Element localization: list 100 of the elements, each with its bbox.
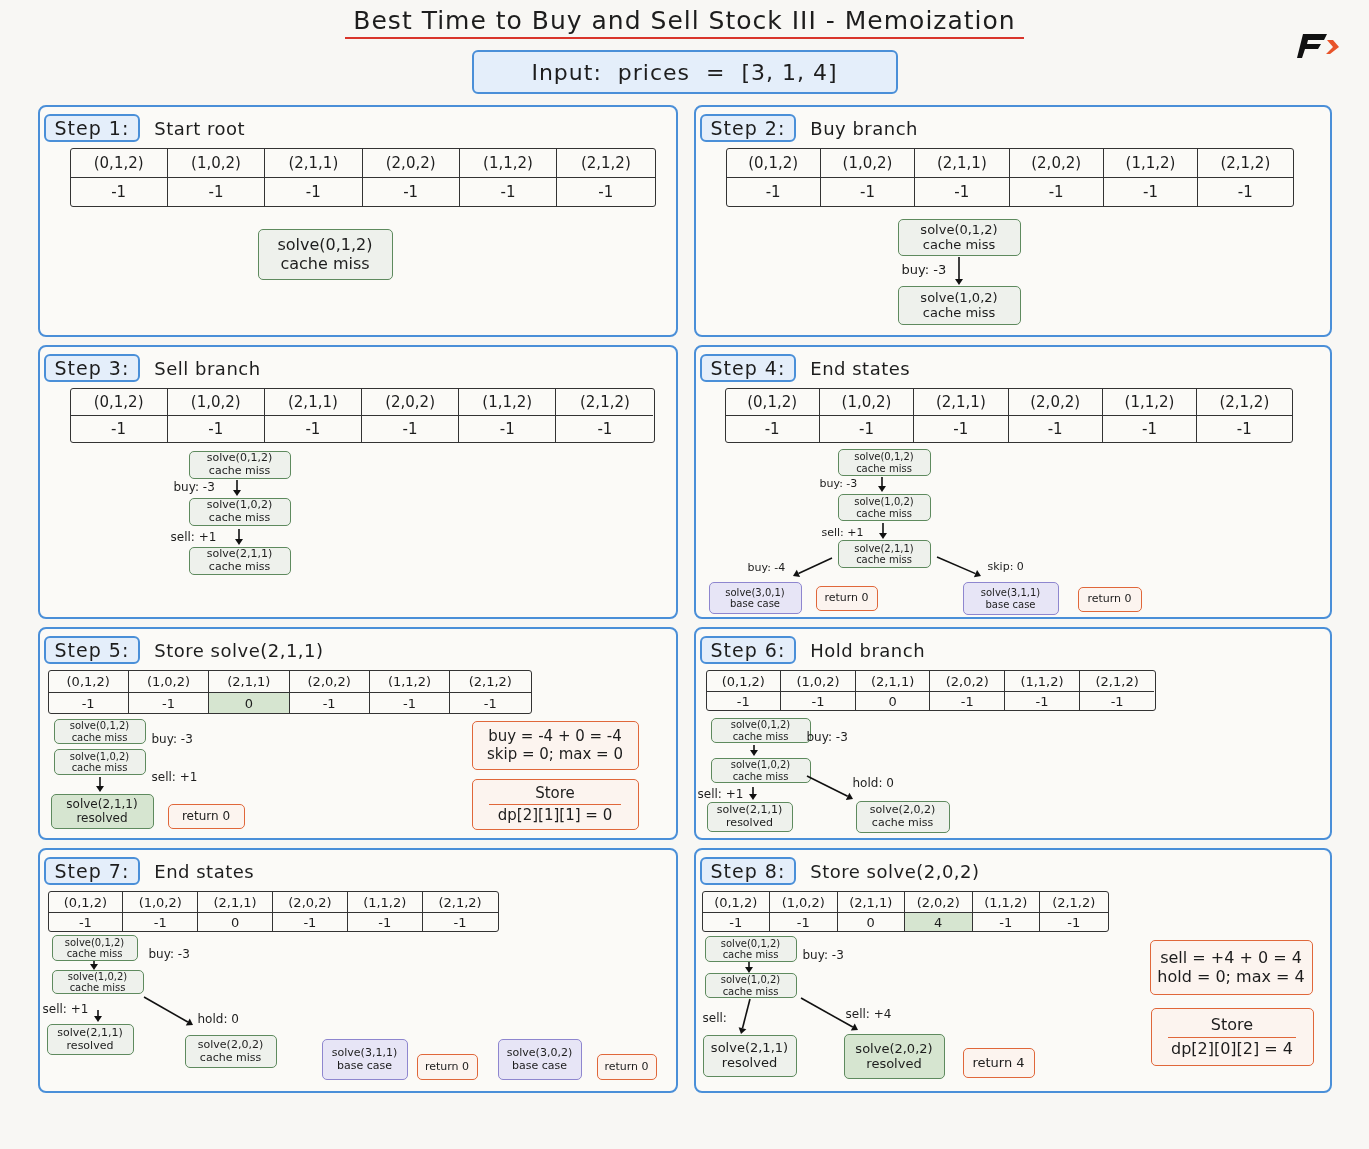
table-cell: -1: [820, 178, 916, 206]
edge-label: sell: +1: [151, 770, 198, 784]
table-header-cell: (1,0,2): [819, 389, 915, 416]
table-header-cell: (1,0,2): [167, 149, 266, 178]
table-header-cell: (1,0,2): [123, 892, 199, 913]
table-header-cell: (2,1,2): [1198, 149, 1293, 178]
table-cell: -1: [706, 692, 782, 710]
edge-label: sell: +1: [42, 1002, 89, 1016]
step-caption: Hold branch: [810, 639, 926, 661]
table-cell: -1: [914, 416, 1009, 442]
table-cell: -1: [770, 913, 838, 931]
table-header-cell: (1,0,2): [781, 671, 856, 692]
call-node: solve(2,1,1) cache miss: [188, 547, 291, 575]
calculation-box: sell = +4 + 0 = 4 hold = 0; max = 4: [1149, 940, 1313, 995]
table-header-cell: (2,1,2): [450, 671, 531, 693]
store-box: Store dp[2][1][1] = 0: [471, 779, 639, 830]
call-node: solve(1,0,2) cache miss: [188, 498, 291, 526]
table-header-cell: (2,0,2): [1009, 149, 1104, 178]
table-cell-text: -1: [1109, 692, 1125, 710]
table-cell-text: -1: [1066, 913, 1082, 931]
edge-label: hold: 0: [197, 1012, 239, 1026]
table-cell: 0: [855, 692, 931, 710]
table-cell: -1: [48, 693, 129, 713]
table-header-cell: (2,1,2): [1040, 892, 1108, 913]
table-cell: -1: [1008, 416, 1103, 442]
edge-label: sell: +1: [170, 530, 217, 544]
table-header-cell: (2,1,1): [855, 671, 931, 692]
step-caption: Sell branch: [154, 357, 261, 379]
table-header-cell: (1,0,2): [820, 149, 916, 178]
table-cell-text: -1: [482, 694, 498, 713]
edge-label: buy: -3: [148, 947, 190, 961]
call-node: solve(2,0,2) cache miss: [855, 801, 950, 833]
arrow: [935, 556, 981, 578]
table-cell: -1: [702, 913, 770, 931]
call-node: solve(3,1,1) base case: [321, 1039, 408, 1080]
store-box: Store dp[2][0][2] = 4: [1150, 1008, 1314, 1066]
table-cell: -1: [726, 178, 821, 206]
table-cell-text: -1: [596, 419, 614, 440]
table-header-cell: (2,0,2): [1008, 389, 1103, 416]
table-cell: -1: [819, 416, 915, 442]
table-header-cell: (1,1,2): [1103, 149, 1199, 178]
arrow: [234, 528, 243, 545]
arrow: [748, 786, 757, 800]
input-box: Input: prices = [3, 1, 4]: [471, 50, 898, 94]
return-node: return 0: [596, 1054, 657, 1080]
call-node: solve(1,0,2) cache miss: [53, 749, 146, 775]
table-header-cell: (2,1,1): [915, 149, 1010, 178]
edge-label: sell: +1: [821, 526, 864, 539]
call-node: solve(1,0,2) cache miss: [704, 973, 797, 998]
step-caption: End states: [154, 860, 255, 882]
return-node: return 0: [416, 1054, 478, 1080]
step-label: Step 3:: [43, 354, 141, 382]
edge-label: buy: -3: [151, 732, 193, 746]
return-node: return 0: [167, 804, 245, 829]
step-label: Step 8:: [699, 857, 797, 885]
call-node: solve(1,0,2) cache miss: [710, 758, 811, 783]
table-cell: 0: [209, 693, 290, 713]
table-cell: -1: [930, 692, 1006, 710]
table-header-cell: (0,1,2): [725, 389, 820, 416]
table-cell: -1: [167, 416, 265, 442]
table-header-cell: (2,1,2): [1079, 671, 1155, 692]
table-header-cell: (2,0,2): [362, 149, 460, 178]
table-cell: -1: [265, 178, 363, 206]
arrow: [878, 522, 887, 539]
edge-label: sell:: [702, 1011, 727, 1025]
table-cell: -1: [123, 913, 199, 931]
table-header-cell: (0,1,2): [726, 149, 821, 178]
table-header-cell: (0,1,2): [48, 892, 124, 913]
step-caption: Store solve(2,0,2): [810, 860, 980, 882]
step-label: Step 7:: [43, 857, 141, 885]
step-label: Step 2:: [699, 114, 797, 142]
table-header-cell: (2,1,1): [198, 892, 273, 913]
call-node: solve(2,0,2) cache miss: [184, 1035, 277, 1068]
table-cell: -1: [362, 178, 460, 206]
table-header-cell: (2,0,2): [930, 671, 1006, 692]
table-cell: -1: [1005, 692, 1080, 710]
arrow: [738, 998, 751, 1034]
table-cell-text: -1: [1236, 182, 1254, 203]
call-node: solve(2,1,1) resolved: [702, 1035, 797, 1077]
table-cell: -1: [1103, 178, 1199, 206]
table-header-cell: (0,1,2): [48, 671, 129, 693]
logo-icon: [1297, 32, 1339, 60]
arrow: [232, 479, 241, 496]
table-header-cell: (2,1,1): [265, 149, 363, 178]
table-header-cell: (2,1,1): [264, 389, 362, 416]
table-header-cell: (1,1,2): [459, 149, 558, 178]
table-header-cell: (0,1,2): [702, 892, 770, 913]
call-node: solve(1,0,2) cache miss: [837, 494, 931, 521]
call-node: solve(3,0,1) base case: [708, 582, 802, 614]
call-node: solve(0,1,2) cache miss: [257, 229, 393, 280]
edge-label: sell: +1: [697, 787, 744, 801]
table-header-cell: (2,1,2): [556, 389, 654, 416]
return-node: return 0: [1077, 587, 1142, 612]
table-cell: -1: [289, 693, 370, 713]
edge-label: sell: +4: [845, 1007, 892, 1021]
table-cell: -1: [915, 178, 1010, 206]
table-header-cell: (1,1,2): [369, 671, 451, 693]
call-node: solve(2,1,1) resolved: [46, 1024, 134, 1055]
calculation-box: buy = -4 + 0 = -4 skip = 0; max = 0: [471, 721, 639, 770]
arrow: [877, 476, 886, 492]
